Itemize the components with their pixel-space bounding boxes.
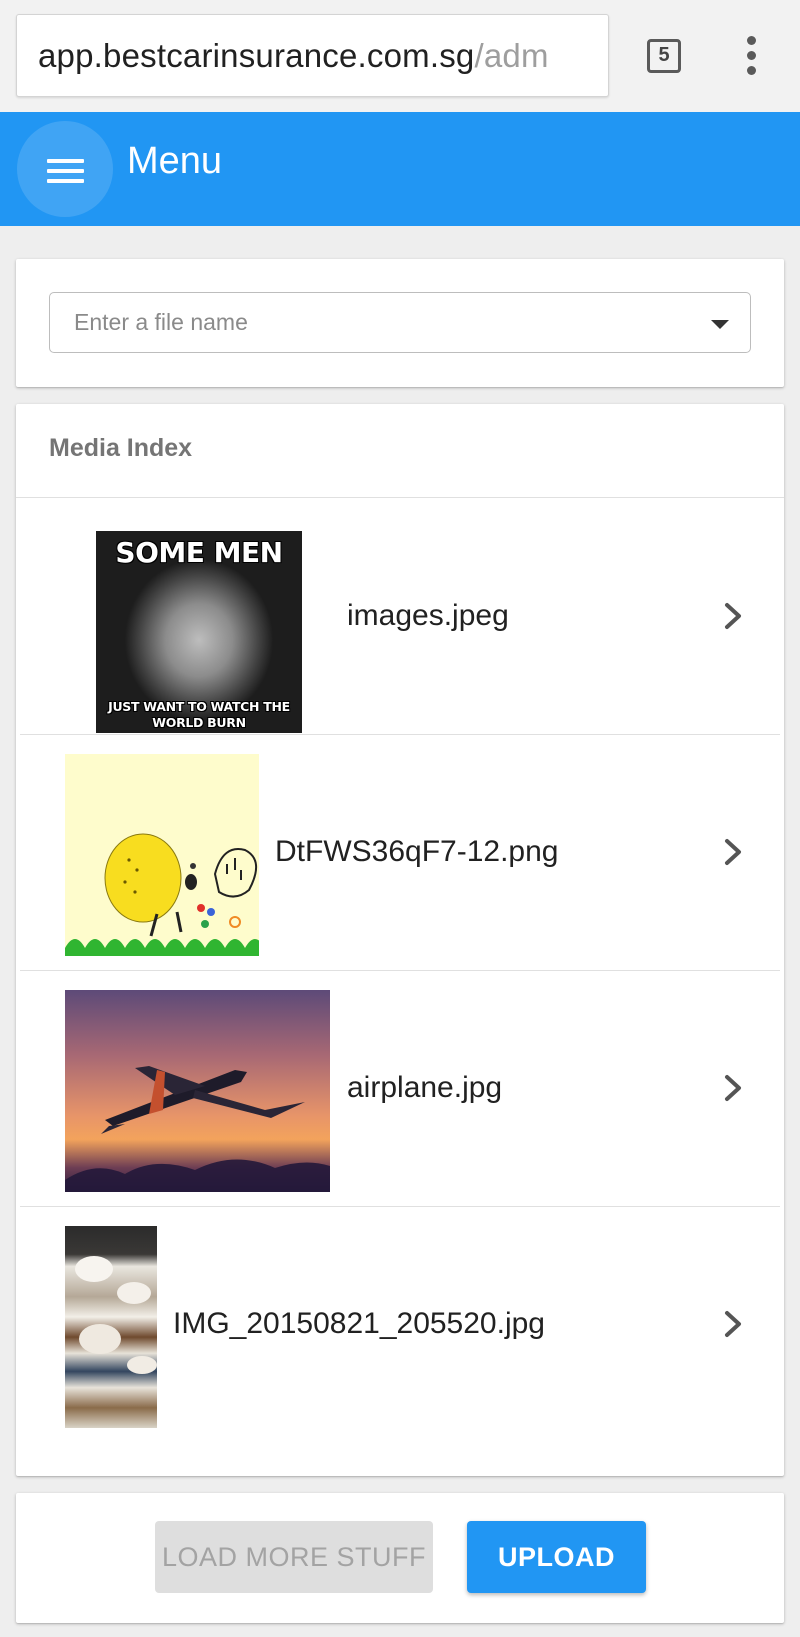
media-list-item[interactable]: airplane.jpg <box>20 971 780 1207</box>
file-name-combobox[interactable] <box>49 292 751 353</box>
actions-card: LOAD MORE STUFF UPLOAD <box>16 1493 784 1623</box>
thumbnail-image: SOME MEN JUST WANT TO WATCH THE WORLD BU… <box>96 531 302 733</box>
chevron-right-icon <box>725 1075 741 1101</box>
chevron-right-icon <box>725 839 741 865</box>
media-index-header: Media Index <box>16 404 784 498</box>
file-name: IMG_20150821_205520.jpg <box>173 1307 545 1340</box>
file-name-input[interactable] <box>74 305 674 339</box>
tab-switcher-icon: 5 <box>647 39 681 73</box>
file-search-card <box>16 259 784 387</box>
media-list-item[interactable]: IMG_20150821_205520.jpg <box>20 1207 780 1443</box>
url-host: app.bestcarinsurance.com.sg <box>38 37 475 74</box>
file-name: DtFWS36qF7-12.png <box>275 835 559 868</box>
chevron-right-icon <box>725 603 741 629</box>
thumbnail-image <box>65 1226 157 1428</box>
more-vert-icon[interactable] <box>742 36 762 76</box>
media-list-item[interactable]: DtFWS36qF7-12.png <box>20 735 780 971</box>
browser-toolbar: app.bestcarinsurance.com.sg/adm 5 <box>0 0 800 112</box>
media-index-title: Media Index <box>49 434 193 462</box>
chevron-right-icon <box>725 1311 741 1337</box>
app-bar: Menu <box>0 112 800 226</box>
thumbnail-image <box>65 754 259 956</box>
thumbnail-caption-bottom: JUST WANT TO WATCH THE WORLD BURN <box>108 699 290 730</box>
media-index-card: Media Index SOME MEN JUST WANT TO WATCH … <box>16 404 784 1476</box>
tab-switcher-button[interactable]: 5 <box>645 37 685 75</box>
load-more-button[interactable]: LOAD MORE STUFF <box>155 1521 433 1593</box>
thumbnail-caption-top: SOME MEN <box>115 536 283 569</box>
app-bar-title: Menu <box>127 140 223 182</box>
file-name: airplane.jpg <box>347 1071 503 1104</box>
upload-button[interactable]: UPLOAD <box>467 1521 646 1593</box>
url-path: /adm <box>474 37 549 74</box>
hamburger-menu-button[interactable] <box>17 121 113 217</box>
file-name: images.jpeg <box>347 599 509 632</box>
thumbnail-image <box>65 990 330 1192</box>
media-list-item[interactable]: SOME MEN JUST WANT TO WATCH THE WORLD BU… <box>20 499 780 735</box>
arrow-drop-down-icon[interactable] <box>711 320 729 329</box>
address-bar[interactable]: app.bestcarinsurance.com.sg/adm <box>16 14 609 97</box>
url-text[interactable]: app.bestcarinsurance.com.sg/adm <box>38 37 549 75</box>
